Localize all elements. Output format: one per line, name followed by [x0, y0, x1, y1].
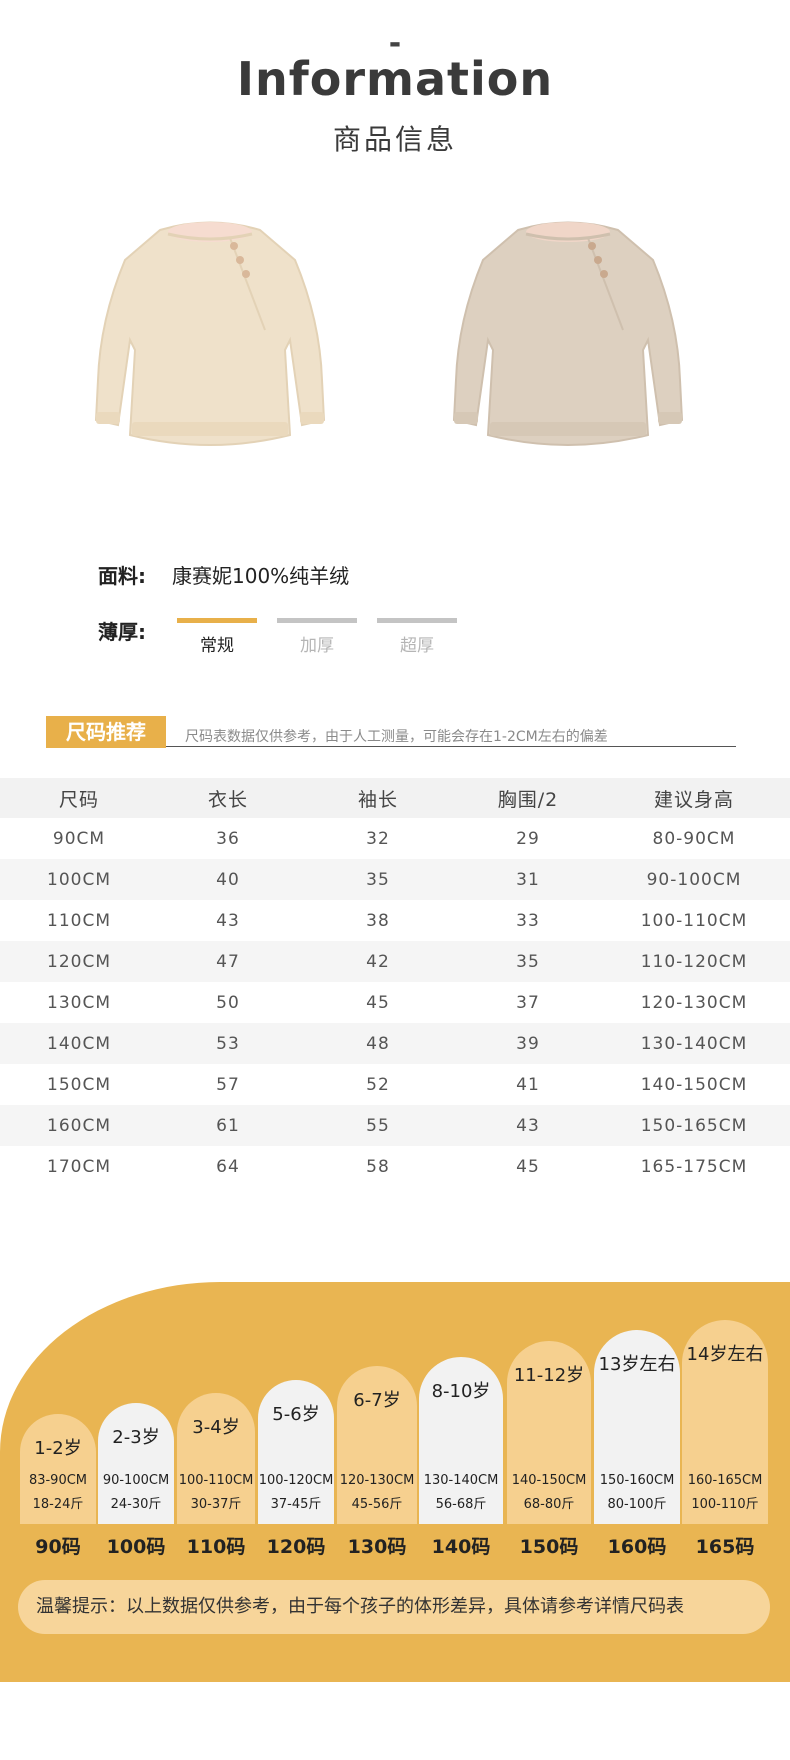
fabric-value: 康赛妮100%纯羊绒 [172, 564, 350, 588]
table-cell: 42 [366, 951, 390, 972]
table-cell: 140CM [47, 1033, 111, 1054]
thickness-option-regular[interactable]: 常规 [177, 618, 257, 656]
table-header-cell: 尺码 [58, 788, 99, 811]
table-cell: 35 [366, 869, 390, 890]
thickness-bar [377, 618, 457, 623]
thickness-option-label: 加厚 [300, 636, 334, 656]
table-cell: 130CM [47, 992, 111, 1013]
thickness-option-extra-thick[interactable]: 超厚 [377, 618, 457, 656]
table-header-row: 尺码 衣长 袖长 胸围/2 建议身高 [0, 778, 790, 818]
table-header-cell: 袖长 [357, 788, 398, 811]
table-cell: 90CM [52, 828, 106, 849]
table-cell: 150CM [47, 1074, 111, 1095]
thickness-option-label: 常规 [200, 636, 234, 656]
table-cell: 43 [216, 910, 240, 931]
table-cell: 165-175CM [640, 1156, 748, 1177]
page-title-en: Information [236, 52, 554, 106]
table-cell: 110-120CM [640, 951, 748, 972]
size-rec-note: 尺码表数据仅供参考，由于人工测量，可能会存在1-2CM左右的偏差 [185, 729, 608, 745]
table-cell: 39 [516, 1033, 540, 1054]
table-cell: 110CM [47, 910, 111, 931]
page-title-cn: 商品信息 [332, 123, 457, 156]
table-cell: 130-140CM [640, 1033, 748, 1054]
table-cell: 100CM [47, 869, 111, 890]
table-header-cell: 建议身高 [653, 788, 734, 811]
table-row: 100CM 40 35 31 90-100CM [0, 859, 790, 900]
size-rec-title: 尺码推荐 [46, 716, 166, 748]
table-row: 150CM 57 52 41 140-150CM [0, 1064, 790, 1105]
thickness-label: 薄厚: [98, 620, 146, 644]
table-cell: 52 [366, 1074, 390, 1095]
table-row: 130CM 50 45 37 120-130CM [0, 982, 790, 1023]
table-cell: 90-100CM [646, 869, 742, 890]
table-header-cell: 胸围/2 [497, 788, 559, 811]
table-cell: 43 [516, 1115, 540, 1136]
table-cell: 100-110CM [640, 910, 748, 931]
table-cell: 160CM [47, 1115, 111, 1136]
table-cell: 45 [516, 1156, 540, 1177]
size-rec-underline [166, 746, 736, 747]
table-cell: 80-90CM [652, 828, 736, 849]
table-cell: 37 [516, 992, 540, 1013]
table-cell: 41 [516, 1074, 540, 1095]
header-dash: - [388, 26, 402, 61]
thickness-bar [277, 618, 357, 623]
table-cell: 29 [516, 828, 540, 849]
sweater-image-cream [94, 221, 326, 446]
table-row: 120CM 47 42 35 110-120CM [0, 941, 790, 982]
table-cell: 150-165CM [640, 1115, 748, 1136]
table-cell: 58 [366, 1156, 390, 1177]
table-cell: 32 [366, 828, 390, 849]
table-cell: 35 [516, 951, 540, 972]
table-row: 160CM 61 55 43 150-165CM [0, 1105, 790, 1146]
table-cell: 53 [216, 1033, 240, 1054]
table-header-cell: 衣长 [207, 788, 248, 811]
size-table: 尺码 衣长 袖长 胸围/2 建议身高 90CM 36 32 29 80-90CM 100C… [0, 778, 790, 1187]
table-cell: 36 [216, 828, 240, 849]
table-cell: 57 [216, 1074, 240, 1095]
thickness-option-thick[interactable]: 加厚 [277, 618, 357, 656]
table-row: 110CM 43 38 33 100-110CM [0, 900, 790, 941]
table-cell: 40 [216, 869, 240, 890]
sweater-image-oat [452, 221, 684, 446]
table-cell: 50 [216, 992, 240, 1013]
table-cell: 48 [366, 1033, 390, 1054]
table-cell: 120-130CM [640, 992, 748, 1013]
thickness-option-label: 超厚 [400, 636, 434, 656]
table-row: 170CM 64 58 45 165-175CM [0, 1146, 790, 1187]
table-cell: 140-150CM [640, 1074, 748, 1095]
fabric-label: 面料: [98, 564, 146, 588]
table-cell: 47 [216, 951, 240, 972]
table-cell: 64 [216, 1156, 240, 1177]
table-cell: 31 [516, 869, 540, 890]
table-cell: 55 [366, 1115, 390, 1136]
size-chart-tip: 温馨提示：以上数据仅供参考，由于每个孩子的体形差异，具体请参考详情尺码表 [18, 1580, 770, 1634]
table-cell: 170CM [47, 1156, 111, 1177]
table-cell: 45 [366, 992, 390, 1013]
table-row: 90CM 36 32 29 80-90CM [0, 818, 790, 859]
thickness-bar [177, 618, 257, 623]
table-row: 140CM 53 48 39 130-140CM [0, 1023, 790, 1064]
table-cell: 120CM [47, 951, 111, 972]
table-cell: 33 [516, 910, 540, 931]
table-cell: 38 [366, 910, 390, 931]
table-cell: 61 [216, 1115, 240, 1136]
